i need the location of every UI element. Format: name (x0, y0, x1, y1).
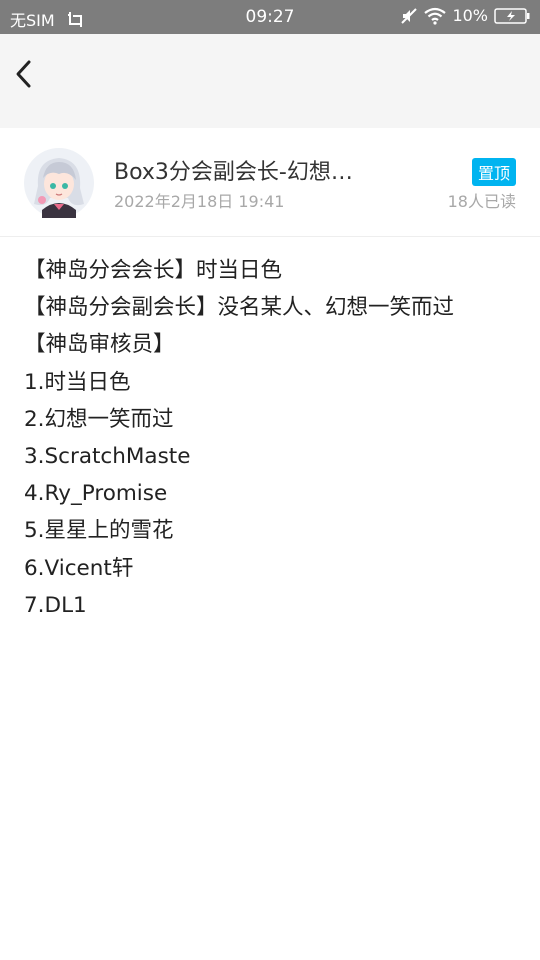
post-title: Box3分会副会长-幻想… (114, 160, 353, 185)
status-right: 10% (394, 6, 530, 25)
mute-icon (401, 7, 418, 24)
back-button[interactable] (6, 54, 42, 94)
post-line: 6.Vicent轩 (24, 555, 134, 581)
battery-percent: 10% (452, 6, 488, 25)
post-line: 5.星星上的雪花 (24, 518, 174, 544)
post-line: 2.幻想一笑而过 (24, 406, 174, 432)
status-bar: 无SIM 09:27 10% (0, 0, 540, 34)
post-line: 【神岛分会副会长】没名某人、幻想一笑而过 (24, 295, 455, 321)
pinned-badge: 置顶 (471, 158, 516, 186)
battery-charging-icon (494, 7, 530, 24)
post-date: 2022年2月18日 19:41 (114, 192, 285, 211)
read-count: 18人已读 (447, 192, 516, 211)
post-line: 【神岛分会会长】时当日色 (24, 258, 283, 283)
post-body: 【神岛分会会长】时当日色 【神岛分会副会长】没名某人、幻想一笑而过 【神岛审核员… (24, 252, 524, 624)
post-line: 【神岛审核员】 (24, 332, 175, 358)
post-line: 3.ScratchMaste (24, 444, 191, 470)
avatar[interactable] (24, 148, 94, 218)
post-header: Box3分会副会长-幻想… 2022年2月18日 19:41 置顶 18人已读 (0, 128, 540, 237)
post-line: 4.Ry_Promise (24, 481, 168, 507)
chevron-left-icon (16, 60, 31, 88)
post-line: 7.DL1 (24, 592, 87, 618)
nav-bar (0, 34, 540, 128)
wifi-icon (424, 7, 447, 25)
post-line: 1.时当日色 (24, 369, 131, 395)
